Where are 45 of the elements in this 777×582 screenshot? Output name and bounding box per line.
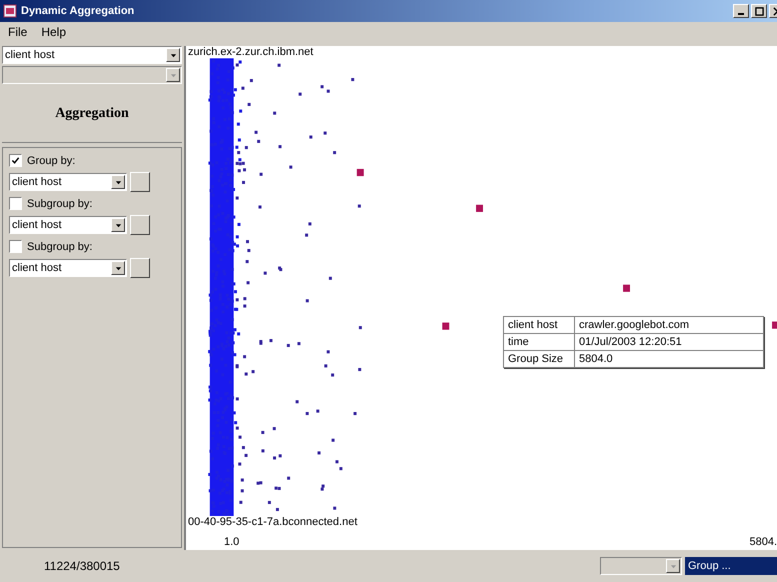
axis-label: 1.0	[224, 536, 240, 548]
highlighted-point	[442, 322, 450, 330]
table-cell: time	[504, 334, 574, 350]
browse-button[interactable]	[130, 172, 150, 192]
highlighted-point	[623, 284, 630, 292]
table-cell: 5804.0	[574, 350, 764, 368]
attribute-dropdown[interactable]: client host	[2, 46, 182, 64]
checkbox[interactable]	[9, 197, 22, 210]
maximize-icon	[754, 6, 764, 16]
checkbox[interactable]	[9, 240, 22, 253]
minimize-icon	[738, 12, 744, 14]
checkbox-label: Subgroup by:	[27, 240, 92, 252]
checkbox-label: Subgroup by:	[27, 198, 92, 210]
group-dropdown[interactable]: client host	[9, 259, 127, 277]
group-dropdown[interactable]: client host	[9, 173, 127, 191]
table-cell: Group Size	[504, 350, 574, 368]
caret-icon	[114, 178, 122, 186]
table-cell: crawler.googlebot.com	[574, 316, 764, 334]
minimize-button[interactable]	[733, 4, 749, 18]
group-dropdown[interactable]: Group ...	[685, 557, 777, 575]
app-icon	[3, 4, 17, 18]
menu-item[interactable]: File	[8, 25, 28, 39]
axis-label: 5804.	[749, 536, 777, 548]
caret-icon	[114, 264, 122, 272]
caret-icon	[114, 222, 122, 228]
caret-icon	[170, 52, 176, 58]
caret-icon	[670, 562, 676, 570]
aggregation-heading: Aggregation	[2, 86, 182, 143]
table-cell: 01/Jul/2003 12:20:51	[574, 334, 764, 350]
table-cell: client host	[504, 316, 574, 334]
highlighted-point	[356, 168, 364, 176]
browse-button[interactable]	[130, 215, 150, 235]
browse-button[interactable]	[130, 258, 150, 278]
checkbox[interactable]	[9, 154, 22, 167]
maximize-button[interactable]	[751, 4, 767, 18]
highlighted-point	[772, 322, 777, 329]
menu-item[interactable]: Help	[41, 25, 66, 39]
host-label: 00-40-95-35-c1-7a.bconnected.net	[188, 516, 358, 528]
highlighted-point	[476, 204, 483, 212]
caret-icon	[170, 72, 176, 78]
window-title: Dynamic Aggregation	[21, 5, 136, 17]
group-dropdown[interactable]: client host	[9, 216, 127, 234]
host-label: zurich.ex-2.zur.ch.ibm.net	[188, 46, 314, 58]
checkbox-label: Group by:	[27, 154, 76, 166]
record-count: 11224/380015	[44, 559, 121, 573]
